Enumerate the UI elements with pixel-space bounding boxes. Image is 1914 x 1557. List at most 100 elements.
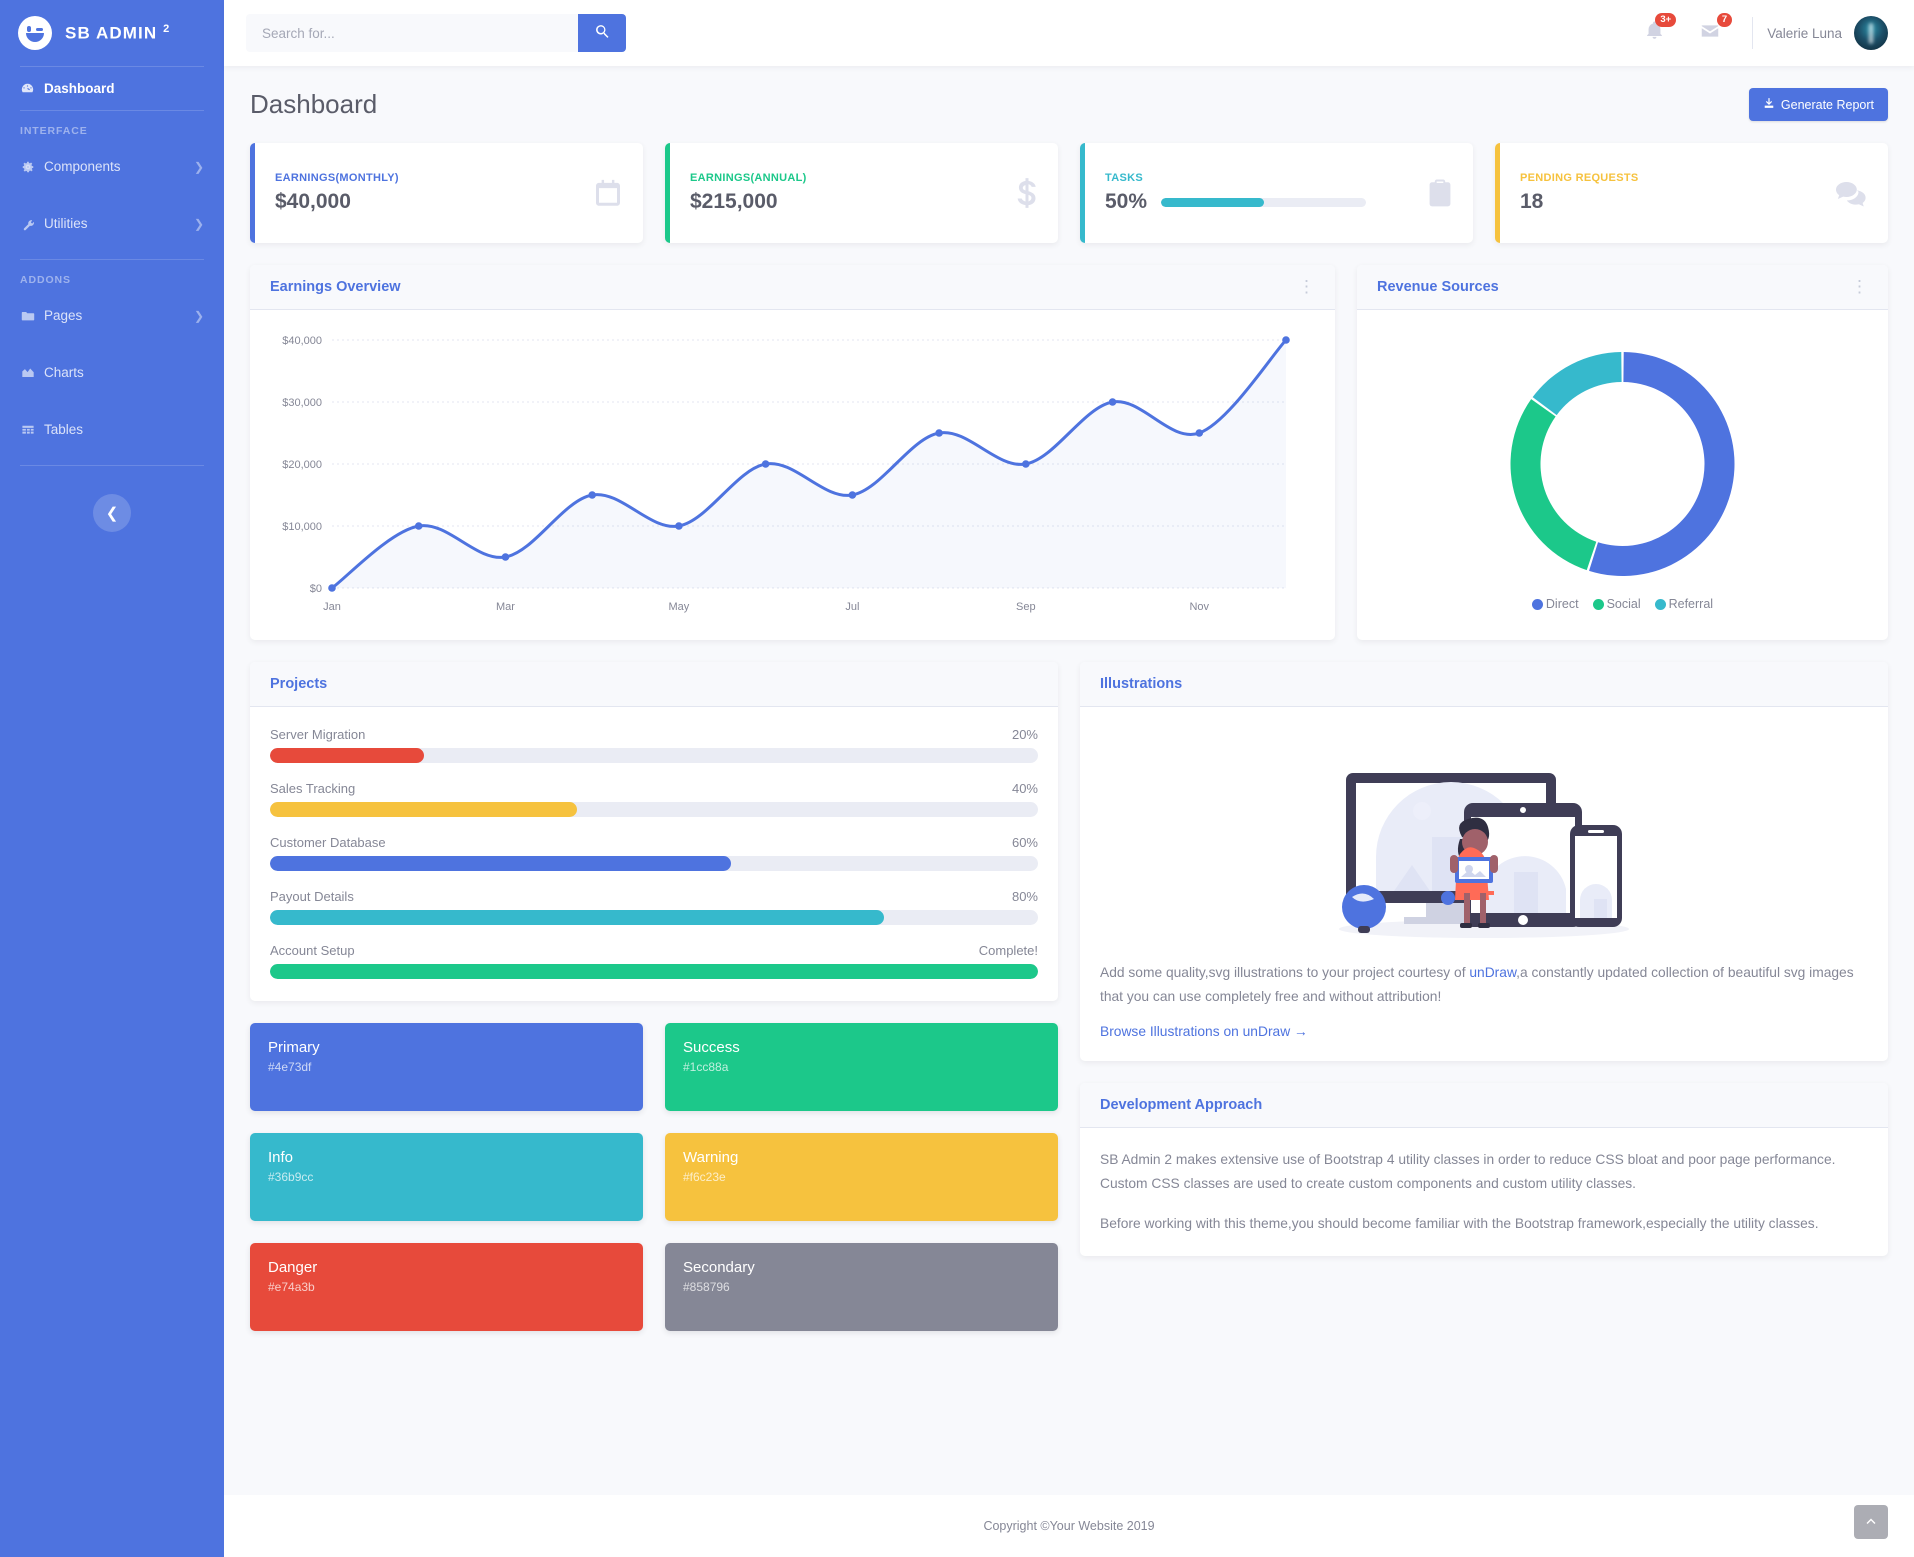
swatch-hex: #4e73df bbox=[268, 1060, 625, 1074]
project-percent: 20% bbox=[1012, 727, 1038, 742]
sidebar-item-pages[interactable]: Pages ❯ bbox=[0, 294, 224, 337]
project-row: Account Setup Complete! bbox=[270, 943, 1038, 979]
svg-text:Nov: Nov bbox=[1189, 601, 1209, 613]
search-button[interactable] bbox=[578, 14, 626, 52]
copyright-text: Copyright ©Your Website 2019 bbox=[983, 1519, 1154, 1533]
lower-row: Projects Server Migration20%Sales Tracki… bbox=[250, 662, 1888, 1331]
sidebar-toggle-button[interactable]: ❮ bbox=[93, 494, 131, 532]
card-title: Earnings Overview bbox=[270, 279, 401, 295]
donut-slice-direct bbox=[1589, 352, 1734, 576]
alerts-badge: 3+ bbox=[1655, 13, 1676, 27]
messages-button[interactable]: 7 bbox=[1682, 21, 1738, 46]
project-row: Customer Database 60% bbox=[270, 835, 1038, 871]
chevron-left-icon: ❮ bbox=[106, 504, 119, 522]
left-column: Projects Server Migration20%Sales Tracki… bbox=[250, 662, 1058, 1331]
search-form bbox=[246, 14, 626, 52]
svg-text:May: May bbox=[669, 601, 690, 613]
scroll-to-top-button[interactable] bbox=[1854, 1505, 1888, 1539]
color-swatch-warning[interactable]: Warning#f6c23e bbox=[665, 1133, 1058, 1221]
generate-report-button[interactable]: Generate Report bbox=[1749, 88, 1888, 121]
legend-label: Social bbox=[1607, 597, 1641, 611]
project-name: Account Setup bbox=[270, 943, 355, 958]
project-header: Server Migration 20% bbox=[270, 727, 1038, 742]
swatch-hex: #e74a3b bbox=[268, 1280, 625, 1294]
svg-text:Mar: Mar bbox=[496, 601, 515, 613]
project-header: Account Setup Complete! bbox=[270, 943, 1038, 958]
undraw-link[interactable]: unDraw bbox=[1469, 965, 1516, 980]
legend-item-direct: Direct bbox=[1532, 597, 1579, 611]
sidebar-item-utilities[interactable]: Utilities ❯ bbox=[0, 202, 224, 245]
project-progress-bar bbox=[270, 910, 1038, 925]
legend-label: Referral bbox=[1669, 597, 1713, 611]
sidebar-item-tables[interactable]: Tables bbox=[0, 408, 224, 451]
chevron-right-icon: ❯ bbox=[194, 160, 204, 174]
messages-badge: 7 bbox=[1717, 13, 1732, 27]
svg-text:Jan: Jan bbox=[323, 601, 341, 613]
brand-link[interactable]: SB ADMIN 2 bbox=[0, 0, 224, 66]
project-percent: Complete! bbox=[979, 943, 1038, 958]
table-icon bbox=[20, 422, 35, 437]
stat-value: $40,000 bbox=[275, 190, 399, 214]
swatch-name: Info bbox=[268, 1149, 625, 1166]
sidebar-item-label: Pages bbox=[44, 308, 82, 323]
avatar bbox=[1854, 16, 1888, 50]
svg-text:$30,000: $30,000 bbox=[282, 397, 322, 409]
svg-text:Jul: Jul bbox=[845, 601, 859, 613]
legend-label: Direct bbox=[1546, 597, 1579, 611]
legend-item-social: Social bbox=[1593, 597, 1641, 611]
browse-illustrations-link[interactable]: Browse Illustrations on unDraw → bbox=[1100, 1024, 1308, 1039]
project-progress-bar bbox=[270, 856, 1038, 871]
stat-card-earnings-monthly: EARNINGS(MONTHLY) $40,000 bbox=[250, 143, 643, 243]
revenue-sources-card: Revenue Sources ⋮ DirectSocialReferral bbox=[1357, 265, 1888, 640]
folder-icon bbox=[20, 308, 35, 323]
project-progress-bar bbox=[270, 802, 1038, 817]
project-name: Server Migration bbox=[270, 727, 365, 742]
projects-card: Projects Server Migration20%Sales Tracki… bbox=[250, 662, 1058, 1001]
project-percent: 60% bbox=[1012, 835, 1038, 850]
swatch-name: Secondary bbox=[683, 1259, 1040, 1276]
sidebar-item-label: Dashboard bbox=[44, 81, 115, 96]
sidebar-item-label: Tables bbox=[44, 422, 83, 437]
legend-color-dot bbox=[1593, 599, 1604, 610]
ellipsis-v-icon[interactable]: ⋮ bbox=[1851, 282, 1868, 293]
card-title: Projects bbox=[270, 676, 327, 692]
color-swatch-success[interactable]: Success#1cc88a bbox=[665, 1023, 1058, 1111]
ellipsis-v-icon[interactable]: ⋮ bbox=[1298, 282, 1315, 293]
illustrations-paragraph: Add some quality,svg illustrations to yo… bbox=[1100, 961, 1868, 1008]
charts-row: Earnings Overview ⋮ $0$10,000$20,000$30,… bbox=[250, 265, 1888, 640]
page-content: Dashboard Generate Report EARNINGS(MONTH… bbox=[224, 66, 1914, 1469]
alerts-button[interactable]: 3+ bbox=[1627, 21, 1682, 45]
project-percent: 40% bbox=[1012, 781, 1038, 796]
project-name: Customer Database bbox=[270, 835, 386, 850]
donut-slice-referral bbox=[1533, 352, 1622, 415]
stat-label: EARNINGS(ANNUAL) bbox=[690, 172, 807, 184]
project-progress-fill bbox=[270, 802, 577, 817]
sidebar-heading-interface: INTERFACE bbox=[0, 111, 224, 145]
smiley-logo-icon bbox=[18, 16, 52, 50]
app-root: SB ADMIN 2 Dashboard INTERFACE Component… bbox=[0, 0, 1914, 1557]
svg-text:$40,000: $40,000 bbox=[282, 335, 322, 347]
sidebar-item-dashboard[interactable]: Dashboard bbox=[0, 67, 224, 110]
tasks-progress-bar bbox=[1161, 198, 1366, 207]
search-input[interactable] bbox=[246, 14, 578, 52]
sidebar-item-label: Utilities bbox=[44, 216, 88, 231]
swatch-name: Primary bbox=[268, 1039, 625, 1056]
sidebar-item-components[interactable]: Components ❯ bbox=[0, 145, 224, 188]
stat-label: EARNINGS(MONTHLY) bbox=[275, 172, 399, 184]
color-swatch-info[interactable]: Info#36b9cc bbox=[250, 1133, 643, 1221]
sidebar-heading-addons: ADDONS bbox=[0, 260, 224, 294]
project-progress-fill bbox=[270, 748, 424, 763]
donut-legend: Direct Social Referral bbox=[1377, 597, 1868, 611]
stat-label: TASKS bbox=[1105, 172, 1366, 184]
color-swatch-secondary[interactable]: Secondary#858796 bbox=[665, 1243, 1058, 1331]
color-swatch-danger[interactable]: Danger #e74a3b bbox=[250, 1243, 643, 1331]
color-swatch-grid: Primary #4e73df Success#1cc88aInfo#36b9ccW… bbox=[250, 1023, 1058, 1331]
swatch-name: Danger bbox=[268, 1259, 625, 1276]
color-swatch-primary[interactable]: Primary #4e73df bbox=[250, 1023, 643, 1111]
project-header: Payout Details80% bbox=[270, 889, 1038, 904]
project-progress-fill bbox=[270, 964, 1038, 979]
topbar: 3+ 7 Valerie Luna bbox=[224, 0, 1914, 66]
stat-card-pending-requests: PENDING REQUESTS 18 bbox=[1495, 143, 1888, 243]
sidebar-item-charts[interactable]: Charts bbox=[0, 351, 224, 394]
user-menu[interactable]: Valerie Luna bbox=[1767, 16, 1892, 50]
